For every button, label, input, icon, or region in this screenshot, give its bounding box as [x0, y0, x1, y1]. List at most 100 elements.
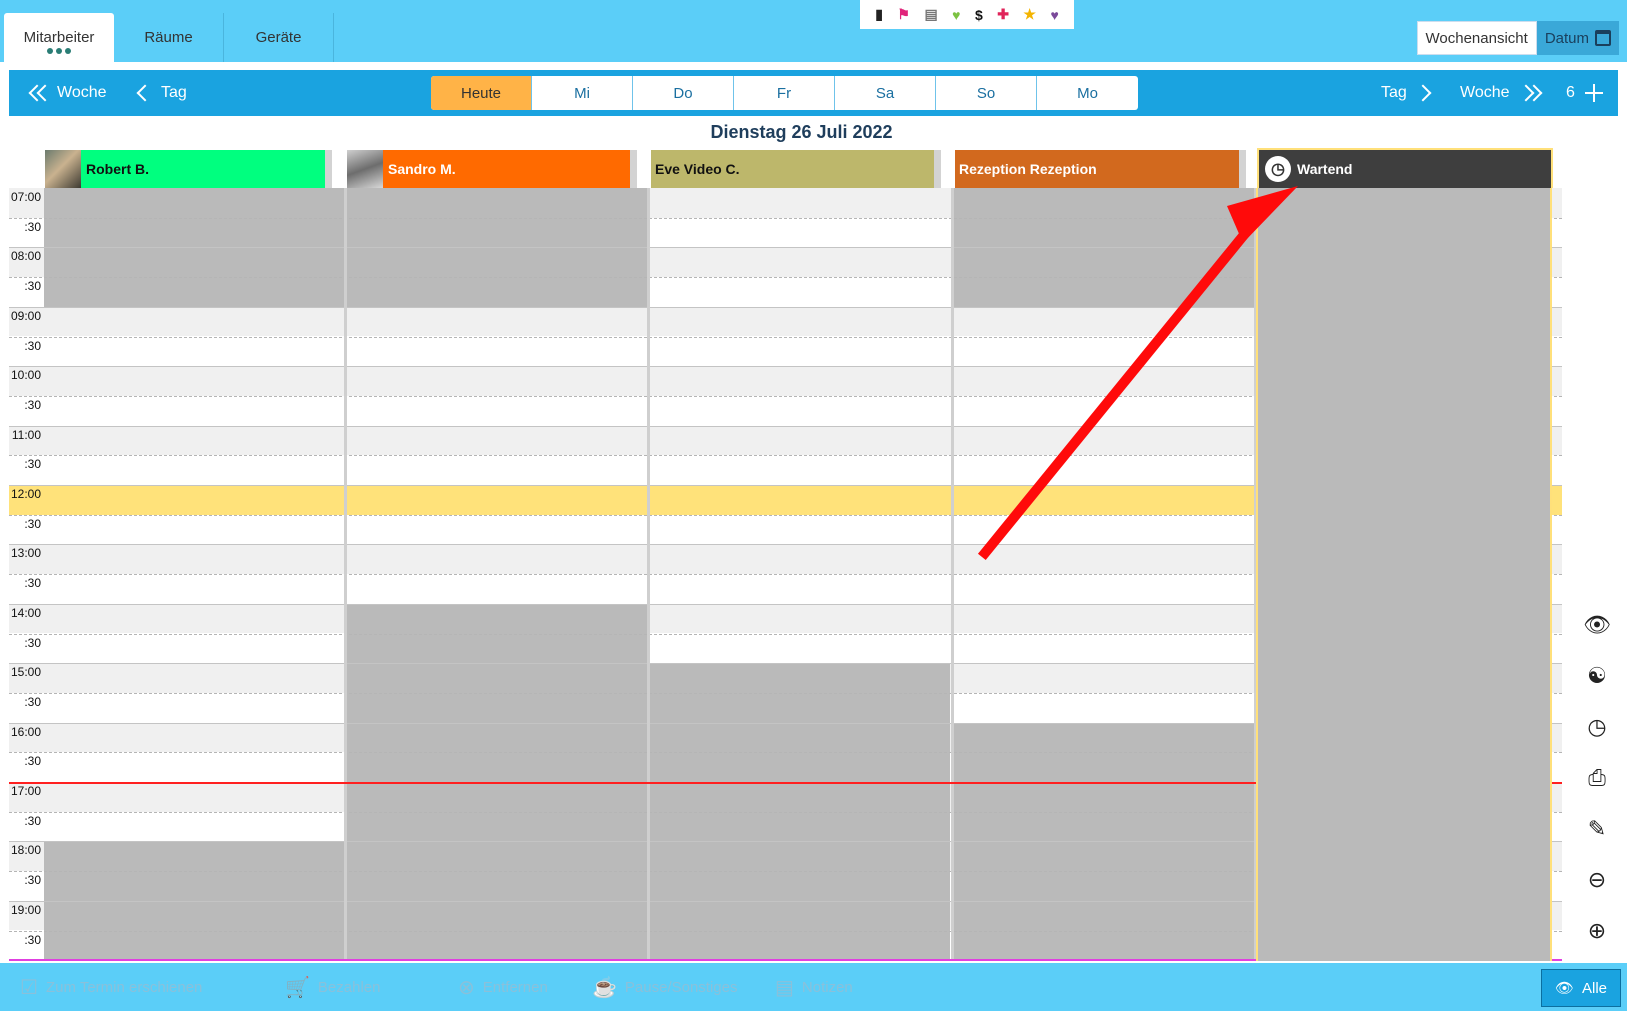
date-title: Dienstag 26 Juli 2022 — [710, 122, 893, 142]
clock-icon[interactable]: ◷ — [1583, 712, 1611, 742]
remove-label: Entfernen — [482, 978, 548, 996]
eye-slash-icon[interactable]: 👁 — [1583, 610, 1611, 640]
column-divider — [647, 188, 650, 961]
column-name: Rezeption Rezeption — [959, 161, 1097, 177]
group-icon[interactable]: ☯ — [1583, 661, 1611, 691]
time-label: :30 — [24, 694, 41, 709]
pay-label: Bezahlen — [317, 978, 381, 996]
clock-icon: ◷ — [1265, 156, 1291, 182]
date-button-label: Datum — [1544, 29, 1589, 47]
notes-button[interactable]: ▤ Notizen — [775, 963, 853, 1011]
time-label: :30 — [24, 338, 41, 353]
pause-button[interactable]: ☕ Pause/Sonstiges — [592, 963, 737, 1011]
time-label: 13:00 — [10, 546, 41, 561]
time-label: :30 — [24, 457, 41, 472]
time-label: 14:00 — [10, 605, 41, 620]
plus-cross-icon[interactable]: ✚ — [997, 6, 1009, 23]
pay-button[interactable]: 🛒 Bezahlen — [285, 963, 380, 1011]
time-label: :30 — [24, 516, 41, 531]
time-label: :30 — [24, 576, 41, 591]
day-tab-do[interactable]: Do — [633, 76, 734, 110]
chevron-right-icon — [1414, 84, 1432, 102]
column-name: Sandro M. — [388, 161, 456, 177]
day-tab-fr[interactable]: Fr — [734, 76, 835, 110]
resource-tabs: Mitarbeiter Räume Geräte — [4, 13, 334, 62]
double-chevron-right-icon — [1517, 84, 1543, 102]
pause-label: Pause/Sonstiges — [624, 978, 738, 996]
column-divider — [344, 188, 347, 961]
column-name: Eve Video C. — [655, 161, 740, 177]
next-day-label: Tag — [1381, 84, 1407, 101]
column-header-robert[interactable]: Robert B. — [45, 150, 332, 188]
day-tab-sa[interactable]: Sa — [835, 76, 936, 110]
status-icon-strip: ▮ ⚑ ▤ ♥ $ ✚ ★ ♥ — [860, 0, 1074, 29]
day-tab-mi[interactable]: Mi — [532, 76, 633, 110]
wartend-column[interactable] — [1256, 188, 1552, 961]
calendar-icon — [1595, 30, 1611, 46]
column-header-eve[interactable]: Eve Video C. — [651, 150, 941, 188]
week-view-button[interactable]: Wochenansicht — [1416, 21, 1537, 55]
plus-icon — [1584, 84, 1603, 102]
show-all-button[interactable]: 👁 Alle — [1541, 969, 1621, 1007]
side-toolbar: 👁 ☯ ◷ ⎙ ✎ ⊖ ⊕ — [1578, 610, 1616, 946]
note-icon[interactable]: ▤ — [924, 6, 937, 23]
remove-icon: ⊗ — [458, 976, 475, 999]
day-tab-so[interactable]: So — [936, 76, 1037, 110]
star-icon[interactable]: ★ — [1023, 6, 1036, 23]
zoom-in-icon[interactable]: ⊕ — [1583, 916, 1611, 946]
prev-week-label: Woche — [57, 84, 107, 101]
prev-day-button[interactable]: Tag — [136, 70, 187, 116]
column-header-wartend[interactable]: ◷ Wartend — [1257, 148, 1553, 190]
next-day-button[interactable]: Tag — [1381, 70, 1432, 116]
date-button[interactable]: Datum — [1536, 21, 1619, 55]
column-count: 6 — [1566, 84, 1575, 101]
tab-mitarbeiter[interactable]: Mitarbeiter — [4, 13, 114, 62]
time-label: :30 — [24, 279, 41, 294]
day-tab-heute[interactable]: Heute — [431, 76, 532, 110]
column-name: Robert B. — [86, 161, 149, 177]
next-week-label: Woche — [1460, 84, 1510, 101]
time-label: :30 — [24, 932, 41, 947]
day-tab-mo[interactable]: Mo — [1037, 76, 1138, 110]
time-label: :30 — [24, 397, 41, 412]
double-chevron-left-icon — [28, 84, 54, 102]
checkin-label: Zum Termin erschienen — [45, 978, 203, 996]
tab-raeume[interactable]: Räume — [114, 13, 224, 62]
cart-icon: 🛒 — [285, 976, 310, 999]
column-divider — [951, 188, 954, 961]
flag-icon[interactable]: ⚑ — [897, 6, 910, 23]
printer-icon[interactable]: ⎙ — [1583, 763, 1611, 793]
prev-day-label: Tag — [161, 84, 187, 101]
next-week-button[interactable]: Woche — [1460, 70, 1543, 116]
tab-label: Geräte — [255, 29, 302, 46]
tab-label: Räume — [144, 29, 193, 46]
edit-notes-icon[interactable]: ✎ — [1583, 814, 1611, 844]
column-header-sandro[interactable]: Sandro M. — [347, 150, 637, 188]
day-tabs: Heute Mi Do Fr Sa So Mo — [431, 76, 1138, 110]
view-switcher: Wochenansicht Datum — [1416, 21, 1619, 55]
time-label: 18:00 — [10, 843, 41, 858]
show-all-label: Alle — [1582, 979, 1608, 997]
bottom-action-bar: ☑ Zum Termin erschienen 🛒 Bezahlen ⊗ Ent… — [0, 963, 1627, 1011]
column-name: Wartend — [1297, 161, 1353, 177]
eye-slash-icon: 👁 — [1554, 980, 1575, 997]
time-label: 12:00 — [10, 487, 41, 501]
checkin-button[interactable]: ☑ Zum Termin erschienen — [20, 963, 202, 1011]
broken-heart-icon[interactable]: ♥ — [1050, 7, 1058, 23]
tab-geraete[interactable]: Geräte — [224, 13, 334, 62]
prev-week-button[interactable]: Woche — [28, 70, 107, 116]
tab-label: Mitarbeiter — [23, 29, 95, 46]
clipboard-icon[interactable]: ▮ — [875, 6, 883, 23]
avatar — [45, 150, 81, 188]
time-label: :30 — [24, 754, 41, 769]
dollar-icon[interactable]: $ — [975, 7, 983, 23]
time-label: 10:00 — [10, 368, 41, 383]
heart-icon[interactable]: ♥ — [952, 7, 960, 23]
zoom-out-icon[interactable]: ⊖ — [1583, 865, 1611, 895]
add-columns-button[interactable]: 6 — [1566, 70, 1603, 116]
column-header-rezeption[interactable]: Rezeption Rezeption — [955, 150, 1246, 188]
checkbox-icon: ☑ — [20, 976, 38, 999]
notes-label: Notizen — [801, 978, 853, 996]
remove-button[interactable]: ⊗ Entfernen — [458, 963, 548, 1011]
time-label: 19:00 — [10, 902, 41, 917]
